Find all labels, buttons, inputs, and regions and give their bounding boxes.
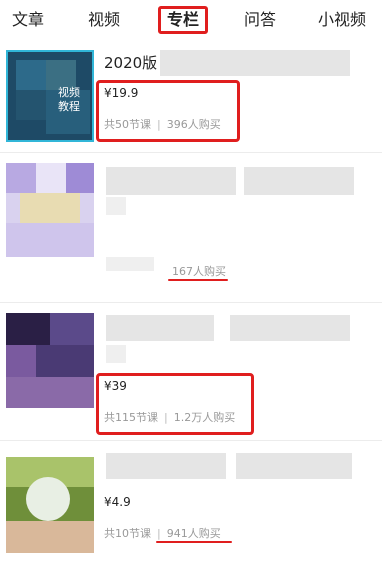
lesson-count: 共10节课 [104, 527, 151, 540]
highlight-underline [156, 541, 232, 543]
course-meta: 共10节课 | 941人购买 [104, 527, 221, 540]
course-thumbnail: 视频 教程 [6, 50, 94, 142]
lesson-count: 共50节课 [104, 118, 151, 131]
course-price: ¥39 [104, 379, 127, 393]
lesson-count: 共115节课 [104, 411, 158, 424]
blurred-title [106, 453, 226, 479]
tab-bar: 文章 视频 专栏 问答 小视频 [0, 0, 382, 40]
buyer-count: 1.2万人购买 [173, 411, 236, 424]
course-meta: 共115节课 | 1.2万人购买 [104, 411, 236, 424]
tab-articles[interactable]: 文章 [12, 6, 44, 34]
tab-columns[interactable]: 专栏 [158, 6, 209, 34]
tab-qa[interactable]: 问答 [244, 6, 276, 34]
tab-videos[interactable]: 视频 [88, 6, 120, 34]
list-item[interactable]: ¥4.9 共10节课 | 941人购买 [0, 441, 382, 572]
course-thumbnail [6, 313, 94, 408]
blurred-title [160, 50, 350, 76]
course-price: ¥19.9 [104, 86, 139, 100]
course-thumbnail [6, 163, 94, 257]
list-item[interactable]: ¥39 共115节课 | 1.2万人购买 [0, 303, 382, 438]
list-item[interactable]: 167人购买 [0, 153, 382, 300]
course-thumbnail [6, 457, 94, 553]
buyer-count: 167人购买 [172, 265, 226, 278]
course-price: ¥4.9 [104, 495, 131, 509]
thumbnail-caption: 视频 教程 [58, 86, 80, 113]
list-item[interactable]: 视频 教程 2020版 ¥19.9 共50节课 | 396人购买 [0, 40, 382, 150]
tab-short-videos[interactable]: 小视频 [318, 6, 366, 34]
buyer-count: 396人购买 [166, 118, 221, 131]
blurred-title [106, 167, 236, 195]
course-title: 2020版 [104, 54, 158, 72]
blurred-title [106, 315, 214, 341]
buyer-count: 941人购买 [166, 527, 221, 540]
highlight-underline [168, 279, 228, 281]
course-meta: 共50节课 | 396人购买 [104, 118, 221, 131]
